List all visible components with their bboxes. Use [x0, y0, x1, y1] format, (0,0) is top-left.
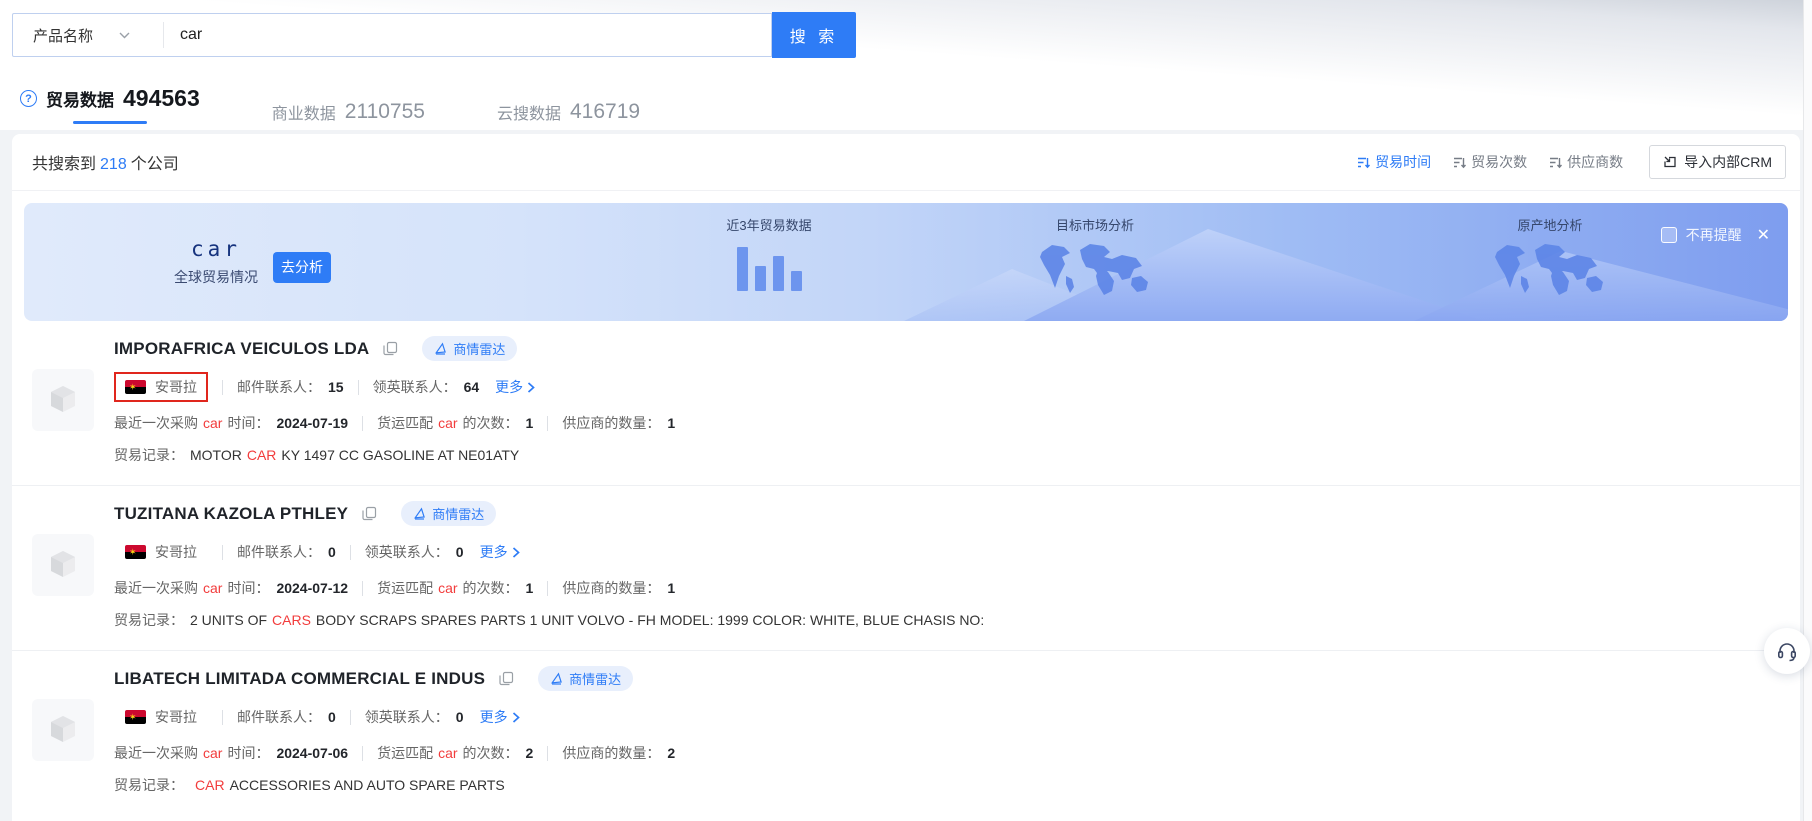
banner-keyword: car [174, 237, 258, 261]
search-input[interactable] [164, 26, 771, 44]
data-source-tabs: ? 贸易数据 494563 商业数据 2110755 云搜数据 416719 [20, 85, 1812, 124]
more-link[interactable]: 更多 [480, 707, 520, 727]
banner-subtitle: 全球贸易情况 [174, 267, 258, 287]
tab-cloud-search-data[interactable]: 云搜数据 416719 [497, 100, 640, 124]
tab-business-data[interactable]: 商业数据 2110755 [272, 100, 425, 124]
trade-record: 贸易记录：2 UNITS OFCARSBODY SCRAPS SPARES PA… [114, 610, 1780, 630]
dismiss-label: 不再提醒 [1686, 225, 1742, 245]
supplier-count: 2 [667, 745, 675, 761]
country-name: 安哥拉 [155, 707, 197, 727]
match-count: 1 [526, 415, 534, 431]
chevron-right-icon [512, 712, 520, 723]
analyze-button[interactable]: 去分析 [273, 252, 331, 283]
sort-trade-count[interactable]: 贸易次数 [1453, 152, 1527, 172]
company-name[interactable]: LIBATECH LIMITADA COMMERCIAL E INDUS [114, 669, 485, 689]
help-icon[interactable]: ? [20, 90, 37, 107]
copy-icon[interactable] [383, 341, 398, 356]
import-icon [1663, 155, 1677, 169]
copy-icon[interactable] [362, 506, 377, 521]
results-count-text: 共搜索到218个公司 [32, 150, 179, 174]
search-button[interactable]: 搜 索 [772, 12, 856, 58]
more-link[interactable]: 更多 [480, 542, 520, 562]
world-map-graphic [1036, 240, 1154, 300]
search-category-value: 产品名称 [33, 25, 93, 46]
country-group: ✶ 安哥拉 [114, 702, 208, 732]
linkedin-contact-count: 0 [456, 709, 464, 725]
radar-badge[interactable]: 商情雷达 [422, 336, 517, 361]
sort-icon [1357, 156, 1370, 169]
search-box: 产品名称 [12, 13, 772, 57]
tab-trade-data[interactable]: ? 贸易数据 494563 [20, 85, 200, 124]
trade-record: 贸易记录：MOTORCARKY 1497 CC GASOLINE AT NE01… [114, 445, 1780, 465]
banner-market-label: 目标市场分析 [1020, 215, 1170, 234]
chevron-right-icon [527, 382, 535, 393]
country-group: ✶ 安哥拉 [114, 537, 208, 567]
country-name: 安哥拉 [155, 542, 197, 562]
banner-chart-label: 近3年贸易数据 [704, 215, 834, 234]
results-card: 共搜索到218个公司 贸易时间 贸易次数 供应商数 导入内部CRM [12, 134, 1800, 821]
radar-icon [434, 342, 447, 355]
banner-origin-label: 原产地分析 [1475, 215, 1625, 234]
company-name[interactable]: IMPORAFRICA VEICULOS LDA [114, 339, 369, 359]
angola-flag-icon: ✶ [125, 710, 146, 724]
radar-icon [413, 507, 426, 520]
supplier-count: 1 [667, 415, 675, 431]
radar-badge[interactable]: 商情雷达 [401, 501, 496, 526]
last-purchase-date: 2024-07-19 [276, 415, 348, 431]
last-purchase-date: 2024-07-06 [276, 745, 348, 761]
top-search-area: 产品名称 搜 索 ? 贸易数据 494563 商业数据 2110755 [0, 0, 1812, 130]
world-map-graphic [1491, 240, 1609, 300]
country-name: 安哥拉 [155, 377, 197, 397]
more-link[interactable]: 更多 [495, 377, 535, 397]
headset-icon [1776, 640, 1798, 662]
chevron-down-icon [119, 32, 130, 39]
mini-bar-chart [704, 243, 834, 291]
match-count: 2 [526, 745, 534, 761]
search-category-select[interactable]: 产品名称 [13, 25, 163, 46]
angola-flag-icon: ✶ [125, 380, 146, 394]
supplier-count: 1 [667, 580, 675, 596]
cube-placeholder-icon [46, 713, 80, 747]
email-contact-count: 0 [328, 544, 336, 560]
close-icon[interactable]: ✕ [1757, 225, 1770, 245]
company-name[interactable]: TUZITANA KAZOLA PTHLEY [114, 504, 348, 524]
scrollbar[interactable] [1803, 0, 1812, 821]
active-tab-underline [73, 121, 147, 124]
company-card: TUZITANA KAZOLA PTHLEY 商情雷达 ✶ 安哥拉 邮件联系人：… [12, 486, 1800, 651]
company-card: IMPORAFRICA VEICULOS LDA 商情雷达 ✶ 安哥拉 邮件联系… [12, 321, 1800, 486]
company-thumbnail [32, 534, 94, 596]
sort-icon [1549, 156, 1562, 169]
sort-trade-time[interactable]: 贸易时间 [1357, 152, 1431, 172]
import-crm-button[interactable]: 导入内部CRM [1649, 145, 1786, 179]
company-thumbnail [32, 699, 94, 761]
radar-badge[interactable]: 商情雷达 [538, 666, 633, 691]
chevron-right-icon [512, 547, 520, 558]
match-count: 1 [526, 580, 534, 596]
company-thumbnail [32, 369, 94, 431]
radar-icon [550, 672, 563, 685]
customer-service-button[interactable] [1764, 628, 1810, 674]
country-highlight-box: ✶ 安哥拉 [114, 372, 208, 402]
email-contact-count: 15 [328, 379, 344, 395]
cube-placeholder-icon [46, 383, 80, 417]
last-purchase-date: 2024-07-12 [276, 580, 348, 596]
copy-icon[interactable] [499, 671, 514, 686]
sort-supplier-count[interactable]: 供应商数 [1549, 152, 1623, 172]
cube-placeholder-icon [46, 548, 80, 582]
linkedin-contact-count: 64 [464, 379, 480, 395]
sort-icon [1453, 156, 1466, 169]
angola-flag-icon: ✶ [125, 545, 146, 559]
company-card: LIBATECH LIMITADA COMMERCIAL E INDUS 商情雷… [12, 651, 1800, 815]
trade-record: 贸易记录：CARACCESSORIES AND AUTO SPARE PARTS [114, 775, 1780, 795]
email-contact-count: 0 [328, 709, 336, 725]
analysis-promo-banner: car 全球贸易情况 去分析 近3年贸易数据 目标市场分析 原产地分 [24, 203, 1788, 321]
linkedin-contact-count: 0 [456, 544, 464, 560]
dismiss-checkbox[interactable] [1661, 227, 1677, 243]
